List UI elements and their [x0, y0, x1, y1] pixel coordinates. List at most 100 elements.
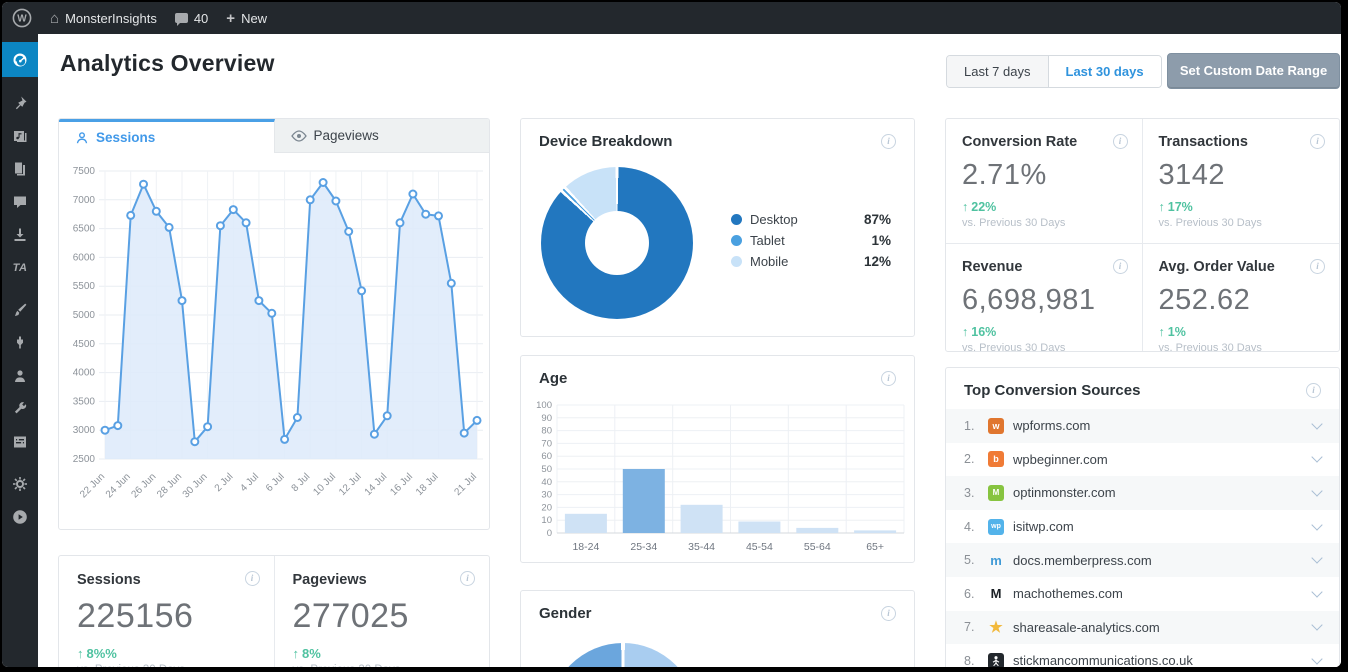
svg-text:8 Jul: 8 Jul: [290, 471, 313, 494]
sidebar-item-users[interactable]: [2, 359, 38, 392]
tab-pageviews-label: Pageviews: [313, 128, 379, 143]
svg-text:4 Jul: 4 Jul: [238, 471, 261, 494]
avg-order-value-stat-card: Avg. Order Value i 252.62 ↑ 1% vs. Previo…: [1143, 244, 1340, 351]
stat-value: 252.62: [1158, 284, 1251, 316]
range-button-last-30-days[interactable]: Last 30 days: [1047, 56, 1161, 87]
svg-text:6 Jul: 6 Jul: [264, 471, 287, 494]
legend-value: 87%: [863, 212, 891, 227]
up-arrow-icon: ↑: [962, 325, 969, 339]
chevron-down-icon[interactable]: [1311, 485, 1323, 497]
chevron-down-icon[interactable]: [1311, 653, 1323, 665]
stickman-favicon: [988, 652, 1004, 667]
info-icon[interactable]: i: [244, 571, 260, 586]
sidebar-item-ta-plugin[interactable]: TA: [2, 251, 38, 284]
wp-admin-bar: W ⌂ MonsterInsights 40 + New: [2, 2, 1341, 34]
sliders-icon: [14, 436, 26, 447]
source-rank: 5.: [964, 553, 975, 568]
sidebar-item-video[interactable]: [2, 500, 38, 533]
comments-menu[interactable]: 40: [174, 10, 209, 26]
svg-text:2500: 2500: [73, 454, 96, 465]
wp-logo-menu[interactable]: W: [12, 8, 32, 28]
info-icon[interactable]: i: [1310, 259, 1325, 274]
sidebar-item-monsterinsights-dashboard[interactable]: [2, 42, 38, 77]
chevron-down-icon[interactable]: [1311, 451, 1323, 464]
sessions-stat-card: Sessions i 225156 ↑8%% vs. Previous 30 D…: [59, 556, 274, 667]
legend-dot-icon: [731, 235, 742, 246]
source-row-machothemes.com[interactable]: 6. Mmachothemes.com: [946, 577, 1339, 611]
site-menu[interactable]: ⌂ MonsterInsights: [50, 11, 157, 26]
chevron-down-icon[interactable]: [1311, 586, 1323, 598]
ta-label: TA: [12, 261, 28, 274]
donut-hole: [585, 211, 649, 275]
stat-label: Transactions: [1158, 134, 1248, 150]
legend-label: Tablet: [750, 233, 785, 248]
chevron-down-icon[interactable]: [1311, 518, 1323, 531]
comments-count: 40: [193, 10, 209, 26]
panel-title: Device Breakdown: [539, 133, 673, 150]
sidebar-item-settings[interactable]: [2, 425, 38, 458]
plus-icon: +: [226, 9, 236, 27]
info-icon[interactable]: i: [881, 371, 896, 386]
svg-text:80: 80: [541, 426, 552, 437]
svg-text:5000: 5000: [73, 310, 96, 321]
play-circle-icon: [13, 509, 27, 524]
source-domain: shareasale-analytics.com: [1013, 619, 1160, 635]
source-domain: wpforms.com: [1013, 418, 1091, 434]
sidebar-item-comments[interactable]: [2, 185, 38, 218]
panel-title: Age: [539, 370, 568, 387]
info-icon[interactable]: i: [881, 134, 896, 149]
range-button-last-7-days[interactable]: Last 7 days: [947, 56, 1048, 87]
svg-text:30: 30: [541, 490, 552, 501]
info-icon[interactable]: i: [460, 571, 475, 586]
svg-text:45-54: 45-54: [746, 541, 773, 553]
tab-pageviews[interactable]: Pageviews: [274, 119, 489, 153]
source-row-isitwp.com[interactable]: 4. wp isitwp.com: [946, 510, 1339, 544]
source-rank: 1.: [964, 418, 975, 433]
info-icon[interactable]: i: [1112, 134, 1128, 149]
chevron-down-icon[interactable]: [1311, 619, 1323, 632]
svg-text:14 Jul: 14 Jul: [363, 471, 390, 498]
sidebar-item-pages[interactable]: [2, 152, 38, 185]
sidebar-item-downloads[interactable]: [2, 218, 38, 251]
source-row-stickmancommunications.co.uk[interactable]: 8. stickmancommunications.co.uk: [946, 644, 1339, 667]
sidebar-item-tools[interactable]: [2, 392, 38, 425]
legend-label: Mobile: [750, 254, 789, 269]
svg-text:7500: 7500: [73, 166, 96, 177]
memberpress-favicon: m: [990, 552, 1002, 568]
info-icon[interactable]: i: [1112, 259, 1128, 274]
source-row-docs.memberpress.com[interactable]: 5. m docs.memberpress.com: [946, 543, 1339, 577]
source-row-wpforms.com[interactable]: 1. w wpforms.com: [946, 409, 1339, 443]
svg-text:5500: 5500: [73, 281, 96, 292]
traffic-chart-panel: Sessions Pageviews 2500 3000 3500 4000 4500 5…: [58, 118, 490, 530]
info-icon[interactable]: i: [1310, 134, 1325, 149]
svg-text:6000: 6000: [73, 252, 96, 263]
source-row-wpbeginner.com[interactable]: 2. b wpbeginner.com: [946, 443, 1339, 477]
chevron-down-icon[interactable]: [1311, 418, 1323, 430]
sidebar-item-seo[interactable]: [2, 467, 38, 500]
source-row-shareasale-analytics.com[interactable]: 7. ★ shareasale-analytics.com: [946, 610, 1339, 645]
sidebar-item-plugins[interactable]: [2, 326, 38, 359]
svg-text:100: 100: [536, 400, 552, 411]
source-domain: optinmonster.com: [1013, 485, 1116, 501]
svg-text:30 Jun: 30 Jun: [181, 471, 210, 500]
svg-text:24 Jun: 24 Jun: [104, 471, 133, 500]
set-custom-date-range-button[interactable]: Set Custom Date Range: [1167, 53, 1340, 89]
stat-label: Conversion Rate: [962, 134, 1078, 150]
new-content-menu[interactable]: + New: [226, 11, 267, 26]
svg-text:35-44: 35-44: [688, 541, 715, 553]
svg-text:21 Jul: 21 Jul: [452, 471, 479, 498]
eye-icon: [290, 129, 307, 142]
svg-text:22 Jun: 22 Jun: [78, 471, 107, 500]
sidebar-item-media[interactable]: [2, 119, 38, 152]
isitwp-favicon: wp: [988, 518, 1004, 535]
sidebar-item-appearance[interactable]: [2, 293, 38, 326]
tab-sessions[interactable]: Sessions: [59, 119, 275, 153]
shareasale-favicon: ★: [989, 619, 1003, 637]
sidebar-item-posts[interactable]: [2, 86, 38, 119]
stat-compare-label: vs. Previous 30 Days: [962, 217, 1066, 229]
source-row-optinmonster.com[interactable]: 3. Moptinmonster.com: [946, 476, 1339, 510]
info-icon[interactable]: i: [881, 606, 896, 621]
info-icon[interactable]: i: [1306, 383, 1321, 398]
svg-text:6500: 6500: [73, 224, 96, 235]
chevron-down-icon[interactable]: [1311, 552, 1323, 564]
